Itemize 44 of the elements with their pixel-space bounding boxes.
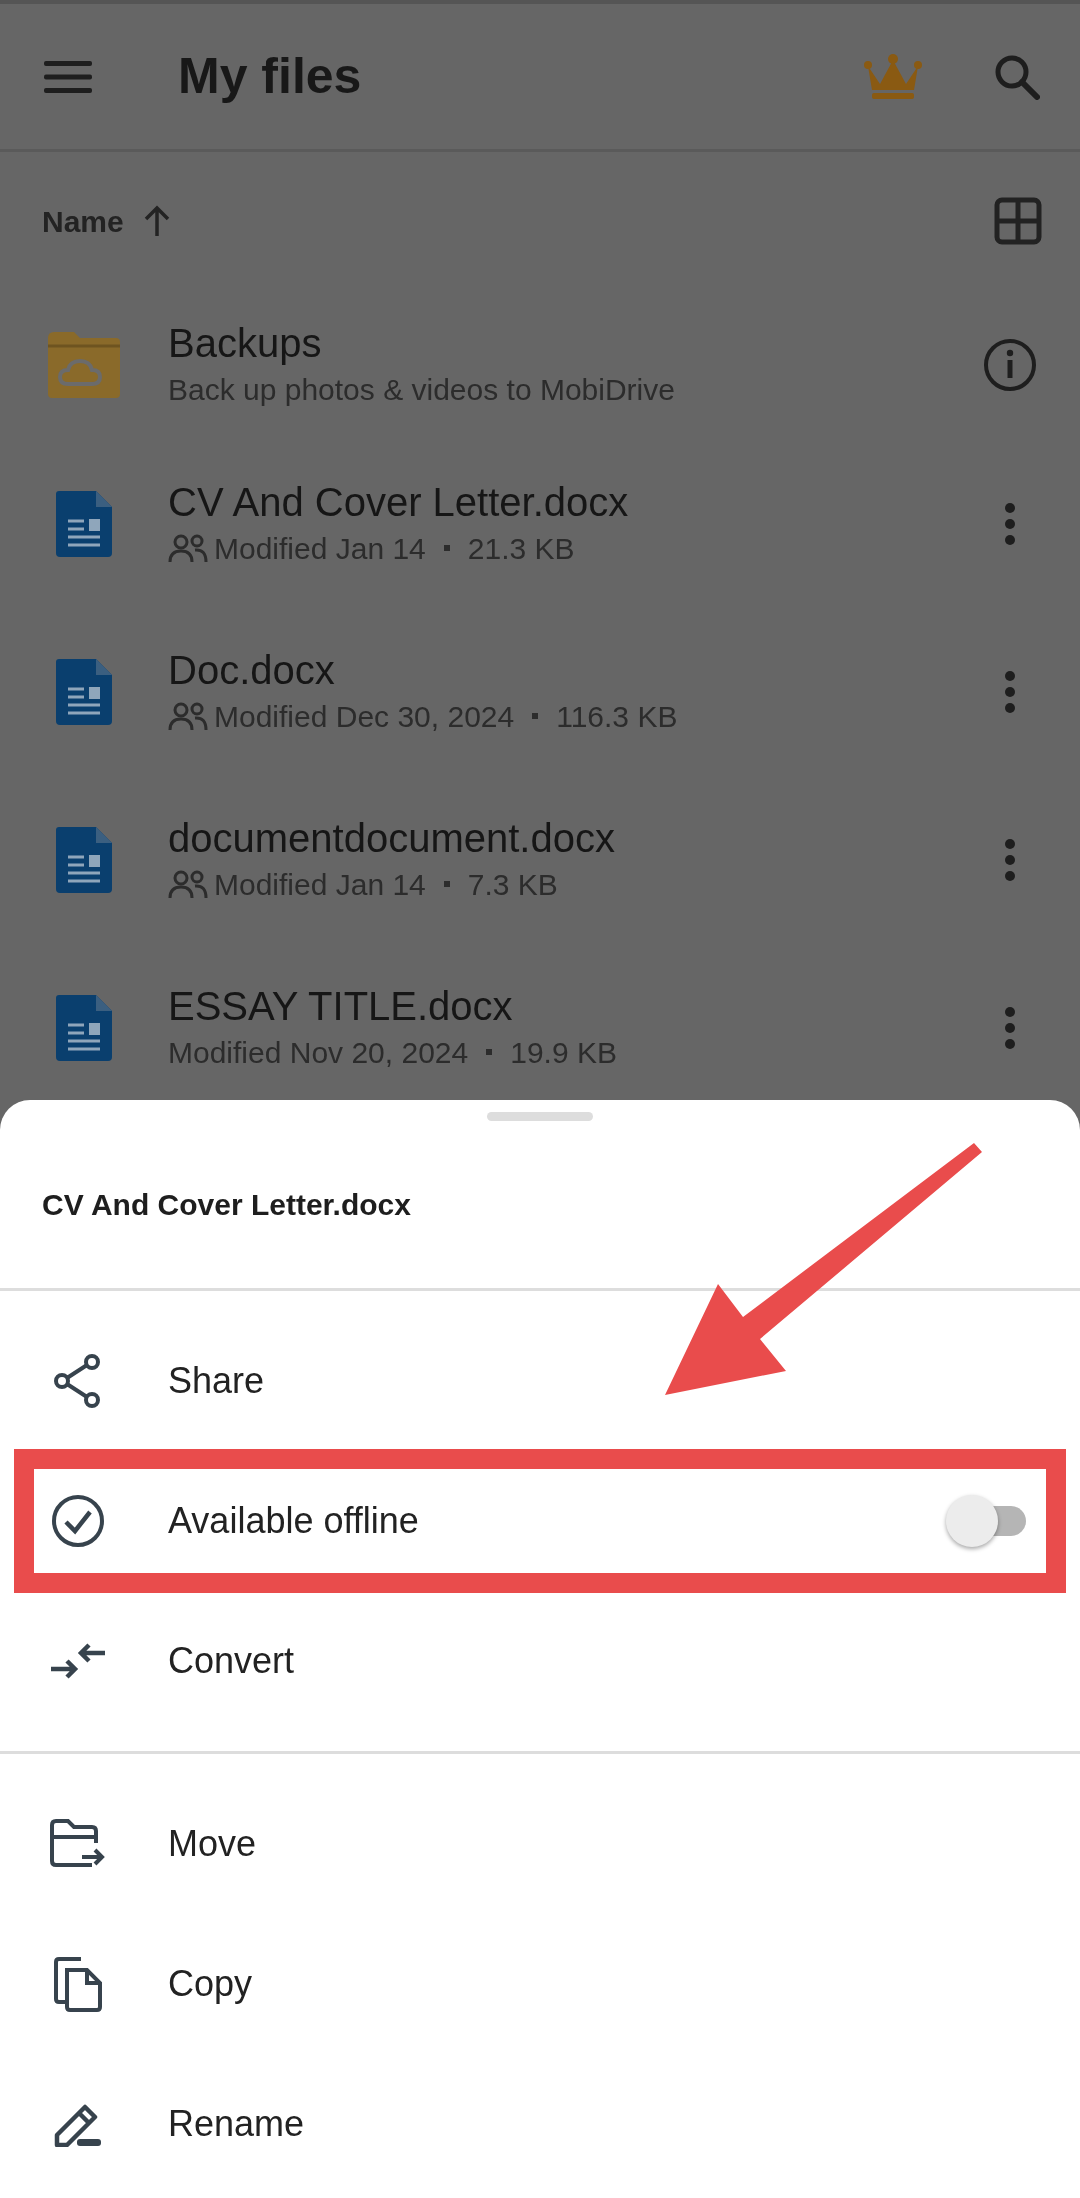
file-detail: Modified Jan 14 [214, 866, 426, 903]
more-icon [1004, 838, 1016, 882]
menu-item[interactable]: Move [0, 1774, 1080, 1914]
file-size: 7.3 KB [467, 866, 558, 903]
menu-item[interactable]: Available offline [0, 1451, 1080, 1591]
menu-item[interactable]: Convert [0, 1591, 1080, 1731]
menu-item[interactable]: Share [0, 1311, 1080, 1451]
search-button[interactable] [994, 53, 1040, 100]
file-size: 116.3 KB [556, 698, 678, 735]
more-icon [1004, 502, 1016, 546]
menu-icon [44, 58, 92, 95]
file-name: CV And Cover Letter.docx [168, 478, 630, 526]
file-detail: Modified Dec 30, 2024 [214, 698, 515, 735]
file-size: 21.3 KB [467, 530, 575, 567]
folder-move-icon [50, 1819, 106, 1869]
document-icon [56, 995, 112, 1061]
copy-icon [53, 1956, 103, 2012]
file-detail: Modified Jan 14 [214, 530, 426, 567]
screen-title: My files [178, 47, 363, 106]
more-icon [1004, 1006, 1016, 1050]
file-size: 19.9 KB [510, 1034, 617, 1071]
crown-icon [864, 53, 922, 100]
menu-button[interactable] [44, 58, 92, 95]
info-icon [983, 338, 1037, 392]
file-detail: Back up photos & videos to MobiDrive [168, 371, 675, 408]
convert-arrows-icon [51, 1643, 105, 1679]
file-name: Backups [168, 319, 323, 367]
file-name: ESSAY TITLE.docx [168, 982, 514, 1030]
file-detail: Modified Nov 20, 2024 [168, 1034, 469, 1071]
file-name: Doc.docx [168, 646, 336, 694]
menu-item[interactable]: Copy [0, 1914, 1080, 2054]
grid-icon [994, 197, 1042, 245]
grid-view-button[interactable] [994, 197, 1042, 245]
more-icon [1004, 670, 1016, 714]
document-icon [56, 491, 112, 557]
search-icon [994, 53, 1040, 100]
check-circle-icon [51, 1494, 105, 1548]
cloud-folder-icon [46, 330, 122, 400]
document-icon [56, 827, 112, 893]
drag-handle[interactable] [487, 1112, 593, 1121]
document-icon [56, 659, 112, 725]
file-name: documentdocument.docx [168, 814, 616, 862]
menu-item[interactable]: Rename [0, 2054, 1080, 2194]
arrow-up-icon [143, 205, 170, 237]
